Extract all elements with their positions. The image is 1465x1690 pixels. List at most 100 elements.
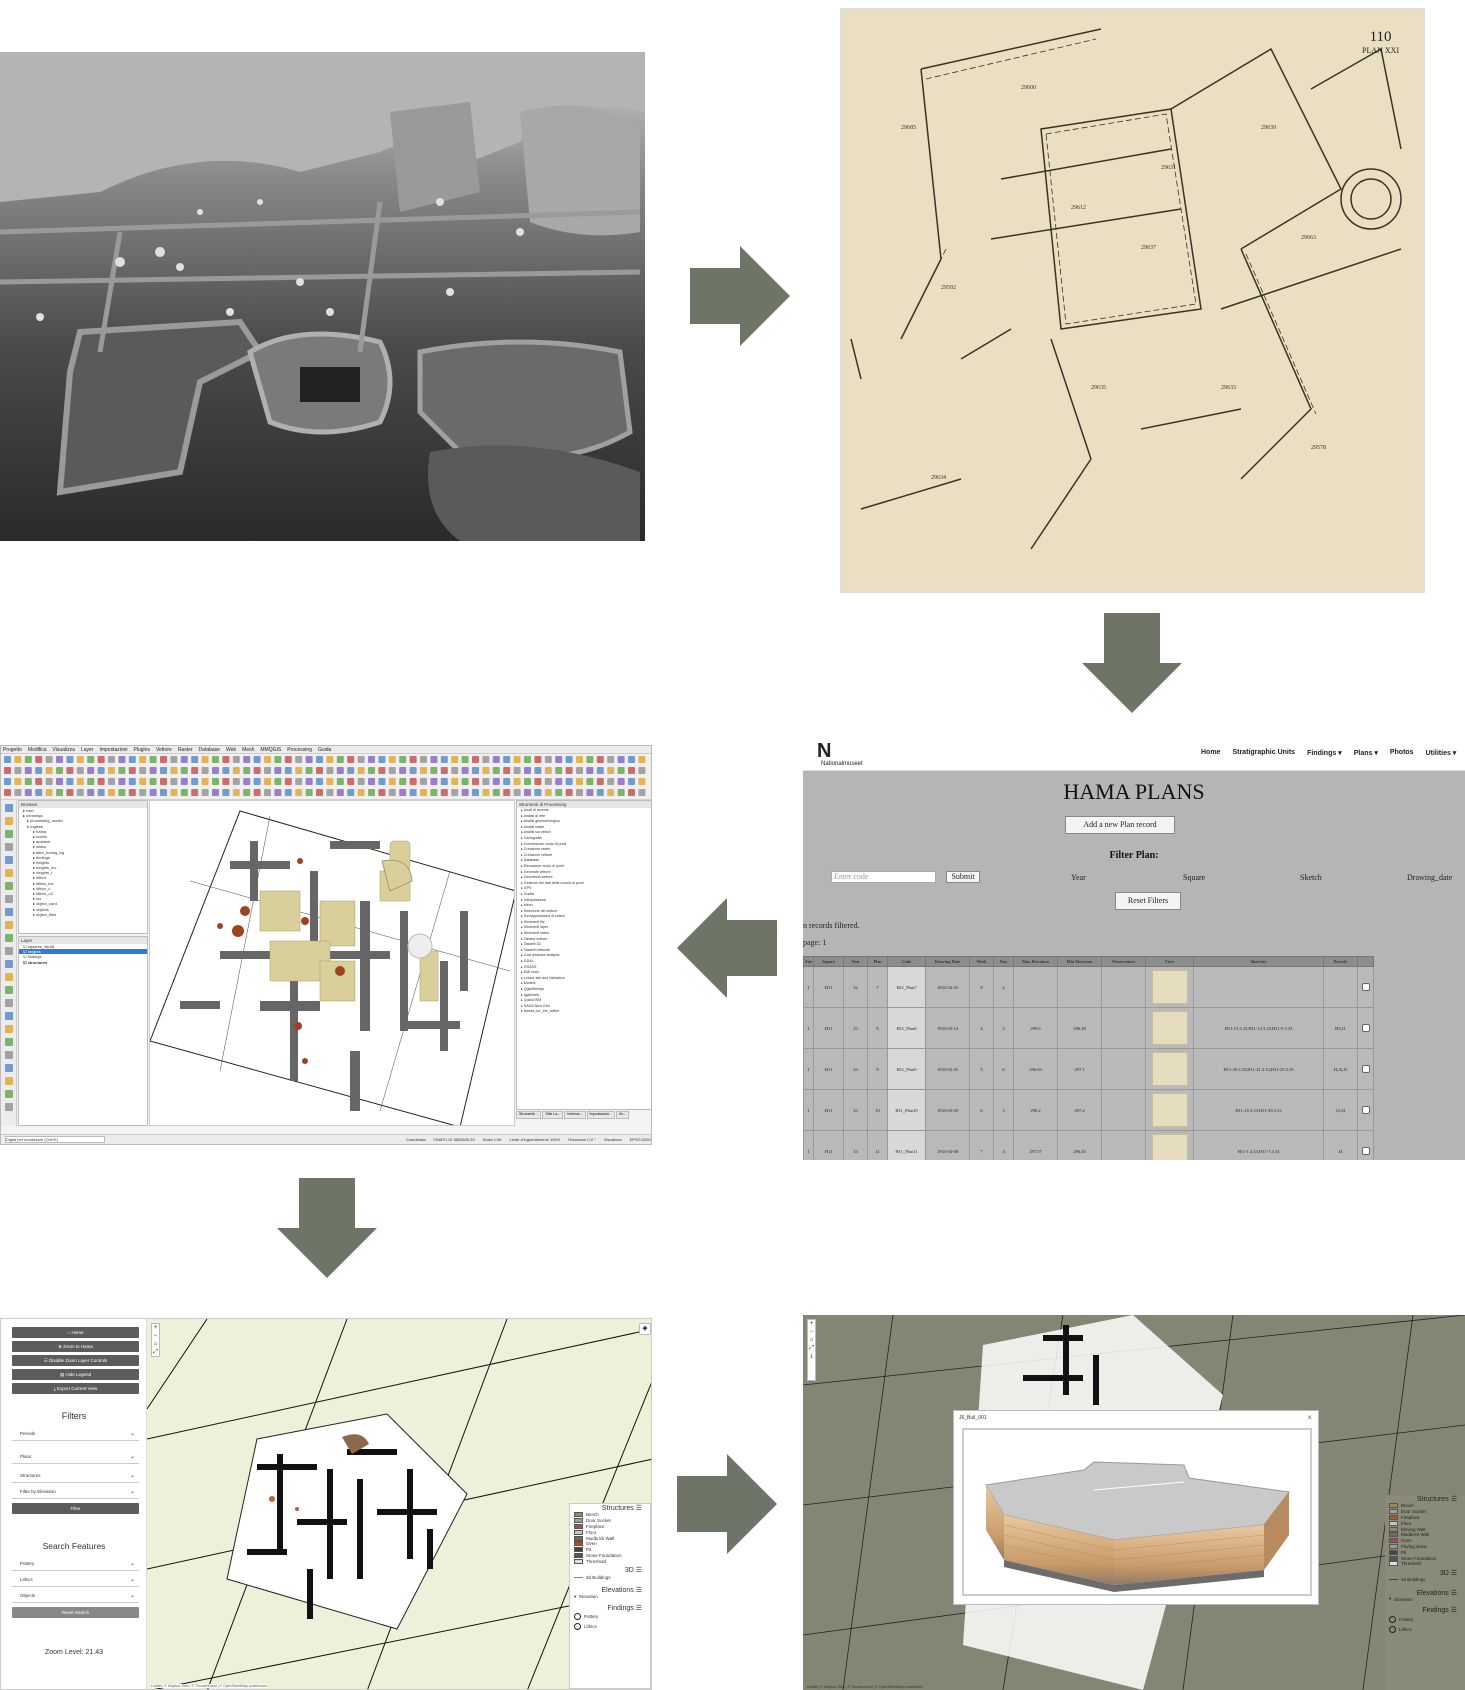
toolbar-tool-icon[interactable] [565,756,573,763]
plan-thumbnail[interactable] [1151,1093,1188,1127]
edit-tool-icon[interactable] [5,830,13,838]
toolbar-tool-icon[interactable] [274,767,282,774]
toolbar-tool-icon[interactable] [628,756,635,763]
toolbar-tool-icon[interactable] [420,778,427,785]
toolbar-tool-icon[interactable] [576,778,583,785]
toolbar-tool-icon[interactable] [97,756,105,763]
toolbar-tool-icon[interactable] [305,756,313,763]
edit-tool-icon[interactable] [5,1090,13,1098]
toolbar-tool-icon[interactable] [565,789,573,796]
toolbar-tool-icon[interactable] [534,789,542,796]
toolbar-tool-icon[interactable] [305,778,313,785]
toolbar-tool-icon[interactable] [232,756,240,763]
toolbar-tool-icon[interactable] [118,767,126,774]
plans-select[interactable]: Plans ⌄ [12,1450,139,1464]
table-header[interactable]: Min Elevation [1057,956,1102,967]
edit-tool-icon[interactable] [5,934,13,942]
legend-structures-title[interactable]: Structures ☰ [570,1504,650,1512]
toolbar-tool-icon[interactable] [66,756,74,763]
toolbar-tool-icon[interactable] [180,778,188,785]
toolbar-tool-icon[interactable] [534,778,542,785]
toolbar-tool-icon[interactable] [56,789,63,796]
toolbar-tool-icon[interactable] [430,767,438,774]
toolbar-tool-icon[interactable] [357,778,365,785]
toolbar-tool-icon[interactable] [149,778,157,785]
edit-tool-icon[interactable] [5,947,13,955]
3d-legend-3d-title[interactable]: 3D ☰ [1385,1569,1465,1577]
toolbar-tool-icon[interactable] [97,778,105,785]
toolbar-tool-icon[interactable] [14,778,22,785]
toolbar-tool-icon[interactable] [128,767,136,774]
toolbar-tool-icon[interactable] [482,778,490,785]
toolbar-tool-icon[interactable] [35,767,43,774]
home-button[interactable]: ⌂ Home [12,1327,139,1338]
toolbar-tool-icon[interactable] [222,756,230,763]
toolbar-tool-icon[interactable] [586,789,594,796]
toolbar-tool-icon[interactable] [274,789,282,796]
table-header[interactable]: Max Elevation [1013,956,1058,967]
toolbar-tool-icon[interactable] [284,767,292,774]
toolbar-tool-icon[interactable] [24,778,32,785]
toolbar-tool-icon[interactable] [128,778,136,785]
nav-link[interactable]: Utilities ▾ [1426,749,1457,757]
status-field[interactable]: Coordinata [406,1137,426,1142]
toolbar-tool-icon[interactable] [440,778,448,785]
toolbar-tool-icon[interactable] [191,778,199,785]
disable-zoom-controls-button[interactable]: ☰ Disable Zoom Layer Controls [12,1355,139,1366]
table-header[interactable]: View [1145,956,1194,967]
toolbar-tool-icon[interactable] [472,778,479,785]
edit-tool-icon[interactable] [5,1077,13,1085]
edit-tool-icon[interactable] [5,1038,13,1046]
toolbar-tool-icon[interactable] [555,767,563,774]
edit-tool-icon[interactable] [5,1051,13,1059]
filter-square[interactable]: Square [1183,873,1205,882]
status-field[interactable]: Rotazione 0,0 ° [568,1137,595,1142]
table-header[interactable]: Week [969,956,994,967]
plan-thumbnail[interactable] [1151,1134,1188,1160]
toolbar-tool-icon[interactable] [295,789,303,796]
3d-zoom-controls[interactable]: + − ⌂ ⤢ ⤓ [807,1319,816,1381]
nav-link[interactable]: Plans ▾ [1354,749,1378,757]
zoom-to-hama-button[interactable]: ⊕ Zoom to Hama [12,1341,139,1352]
status-field[interactable]: Visualizza [604,1137,622,1142]
toolbar-tool-icon[interactable] [76,756,84,763]
toolbar-tool-icon[interactable] [45,767,53,774]
toolbar-tool-icon[interactable] [409,767,417,774]
toolbar-tool-icon[interactable] [316,756,323,763]
toolbar-tool-icon[interactable] [76,789,84,796]
toolbar-tool-icon[interactable] [243,778,251,785]
toolbar-tool-icon[interactable] [576,756,583,763]
toolbar-tool-icon[interactable] [316,789,323,796]
plan-thumbnail[interactable] [1151,1052,1188,1086]
toolbar-tool-icon[interactable] [492,767,500,774]
toolbar-tool-icon[interactable] [534,767,542,774]
toolbar-tool-icon[interactable] [482,756,490,763]
qgis-menu-item[interactable]: Web [226,747,236,753]
toolbar-tool-icon[interactable] [638,767,646,774]
periods-select[interactable]: Periods ⌄ [12,1427,139,1441]
toolbar-tool-icon[interactable] [524,756,531,763]
toolbar-tool-icon[interactable] [108,789,115,796]
table-header[interactable]: Sketches [1193,956,1324,967]
toolbar-tool-icon[interactable] [440,789,448,796]
toolbar-tool-icon[interactable] [336,778,344,785]
toolbar-tool-icon[interactable] [555,789,563,796]
toolbar-tool-icon[interactable] [45,778,53,785]
nav-link[interactable]: Photos [1390,749,1414,757]
filter-drawing-date[interactable]: Drawing_date [1407,873,1452,882]
toolbar-tool-icon[interactable] [170,756,178,763]
qgis-menu-item[interactable]: Layer [81,747,94,753]
edit-tool-icon[interactable] [5,986,13,994]
toolbar-tool-icon[interactable] [430,778,438,785]
toolbar-tool-icon[interactable] [347,756,355,763]
zoom-controls[interactable]: + − ⌂ ⤢ [151,1323,160,1357]
toolbar-tool-icon[interactable] [284,756,292,763]
toolbar-tool-icon[interactable] [534,756,542,763]
toolbar-tool-icon[interactable] [638,789,646,796]
status-field[interactable]: 294870,15 3893606,29 [433,1137,474,1142]
toolbar-tool-icon[interactable] [87,767,95,774]
qgis-menu-item[interactable]: Mesh [242,747,254,753]
toolbar-tool-icon[interactable] [160,778,167,785]
toolbar-tool-icon[interactable] [336,789,344,796]
toolbar-tool-icon[interactable] [513,767,521,774]
